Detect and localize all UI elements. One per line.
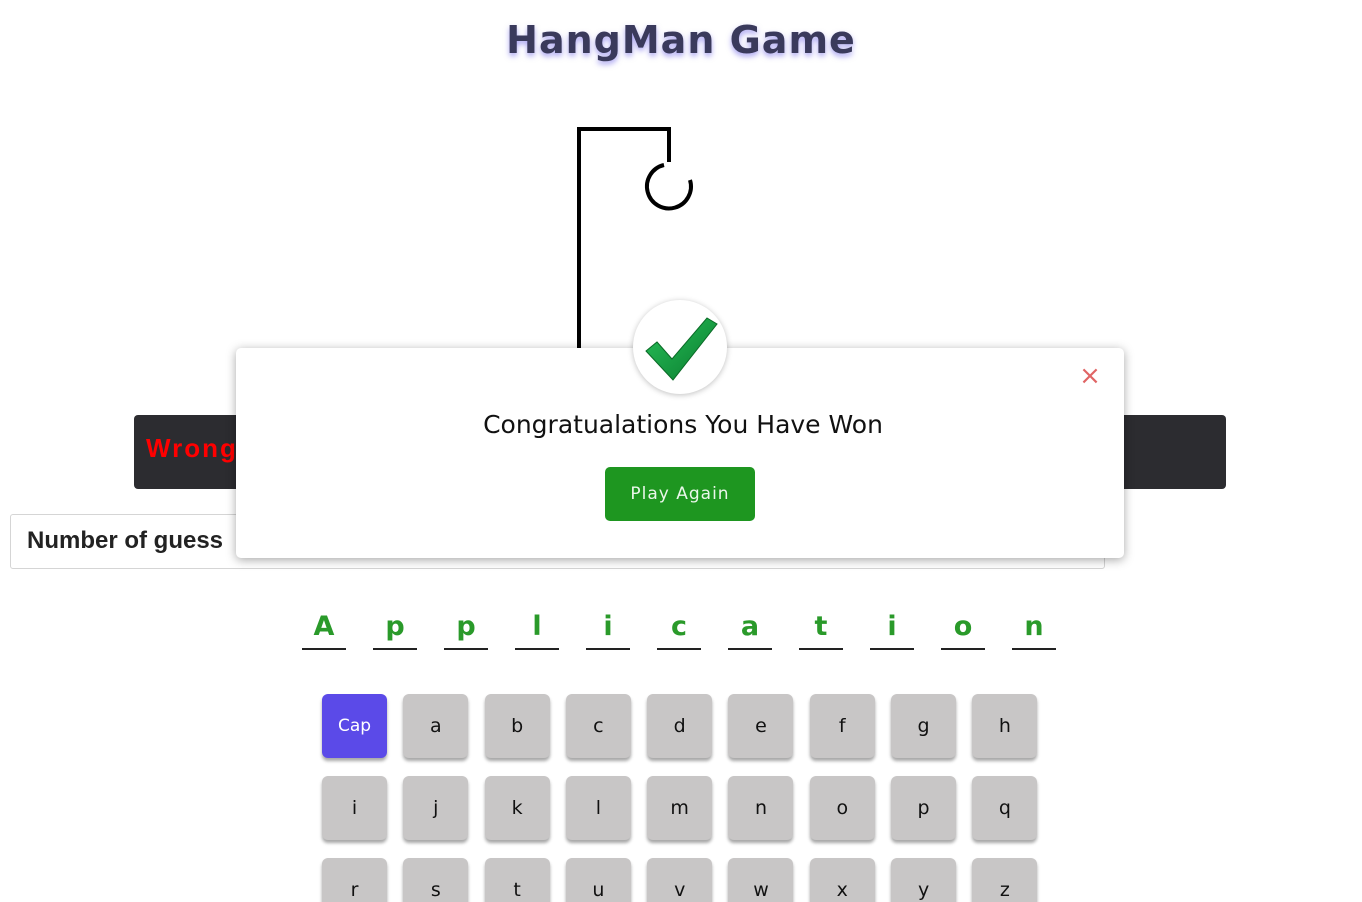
win-message: Congratualations You Have Won [483,410,883,439]
letter-slot: l [515,606,559,650]
key-j[interactable]: j [403,776,469,840]
key-k[interactable]: k [484,776,550,840]
key-s[interactable]: s [403,858,469,902]
letter-slot: p [444,606,488,650]
key-b[interactable]: b [484,694,550,758]
key-t[interactable]: t [484,858,550,902]
letter-slot: o [941,606,985,650]
letter-slot: a [728,606,772,650]
letter-slot: t [799,606,843,650]
key-w[interactable]: w [728,858,794,902]
key-r[interactable]: r [322,858,387,902]
key-e[interactable]: e [728,694,794,758]
key-l[interactable]: l [565,776,631,840]
letter-slot: i [870,606,914,650]
wrong-label: Wrong [146,433,238,463]
key-v[interactable]: v [647,858,713,902]
close-icon[interactable]: × [1078,363,1102,389]
word-display: Application [302,606,1056,650]
key-x[interactable]: x [809,858,875,902]
letter-keyboard: Cap a b c d e f g h i j k l m n o p q r s t u v w x y z [322,694,1038,902]
letter-slot: n [1012,606,1056,650]
play-again-button[interactable]: Play Again [605,467,755,521]
key-q[interactable]: q [972,776,1038,840]
checkmark-icon [645,317,718,381]
key-u[interactable]: u [565,858,631,902]
key-d[interactable]: d [647,694,713,758]
key-a[interactable]: a [403,694,469,758]
key-i[interactable]: i [322,776,387,840]
letter-slot: i [586,606,630,650]
caps-key[interactable]: Cap [322,694,387,758]
key-m[interactable]: m [647,776,713,840]
key-y[interactable]: y [891,858,957,902]
letter-slot: A [302,606,346,650]
key-h[interactable]: h [972,694,1038,758]
letter-slot: c [657,606,701,650]
page-title: HangMan Game [506,18,856,62]
key-z[interactable]: z [972,858,1038,902]
letter-slot: p [373,606,417,650]
key-g[interactable]: g [891,694,957,758]
key-n[interactable]: n [728,776,794,840]
guess-count-label: Number of guess [27,527,224,554]
key-c[interactable]: c [565,694,631,758]
success-badge [633,300,727,394]
key-o[interactable]: o [809,776,875,840]
gallows-hook [645,163,693,211]
key-p[interactable]: p [891,776,957,840]
key-f[interactable]: f [809,694,875,758]
